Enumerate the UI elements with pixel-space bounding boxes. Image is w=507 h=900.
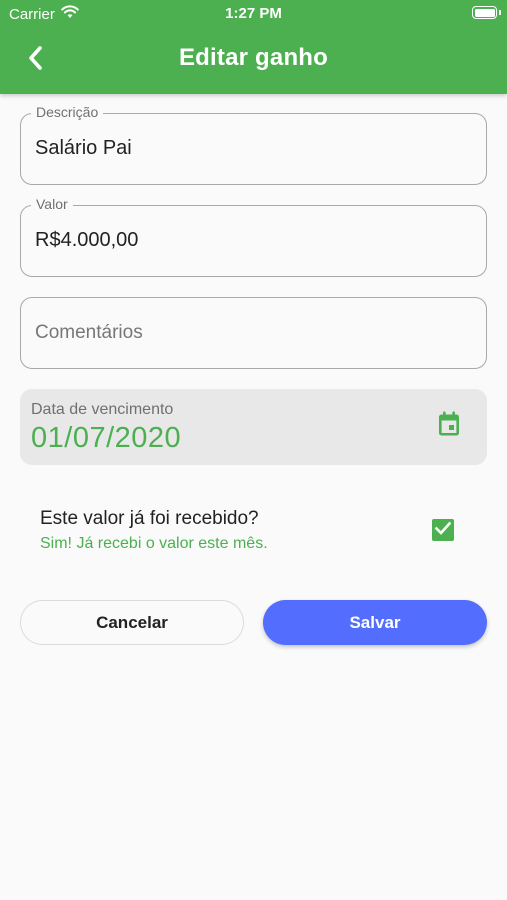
due-date-value[interactable]: 01/07/2020 (31, 422, 181, 455)
status-bar: Carrier 1:27 PM (0, 0, 507, 28)
received-answer: Sim! Já recebi o valor este mês. (40, 535, 268, 552)
checkmark-icon (434, 520, 452, 541)
page-title: Editar ganho (178, 44, 329, 71)
due-date-label: Data de vencimento (31, 401, 174, 418)
amount-label: Valor (31, 196, 73, 212)
description-field[interactable]: Descrição Salário Pai (20, 104, 487, 185)
status-time: 1:27 PM (225, 5, 282, 22)
cancel-button[interactable]: Cancelar (20, 600, 244, 645)
amount-field[interactable]: Valor R$4.000,00 (20, 196, 487, 277)
app-bar: Carrier 1:27 PM Editar ganho (0, 0, 507, 94)
save-button[interactable]: Salvar (263, 600, 487, 645)
due-date-field[interactable]: Data de vencimento 01/07/2020 (20, 389, 487, 465)
calendar-icon (437, 411, 461, 442)
calendar-button[interactable] (434, 411, 464, 441)
comments-placeholder[interactable]: Comentários (35, 322, 143, 344)
battery-tip (499, 10, 501, 15)
battery-level (474, 8, 495, 17)
description-label: Descrição (31, 104, 104, 120)
save-button-label: Salvar (349, 612, 401, 632)
description-value[interactable]: Salário Pai (35, 137, 132, 160)
comments-field[interactable]: Comentários (20, 297, 487, 369)
received-checkbox[interactable] (432, 519, 454, 541)
received-question: Este valor já foi recebido? (40, 508, 259, 529)
cancel-button-label: Cancelar (96, 612, 168, 632)
amount-value[interactable]: R$4.000,00 (35, 229, 138, 252)
battery-icon (472, 6, 497, 19)
